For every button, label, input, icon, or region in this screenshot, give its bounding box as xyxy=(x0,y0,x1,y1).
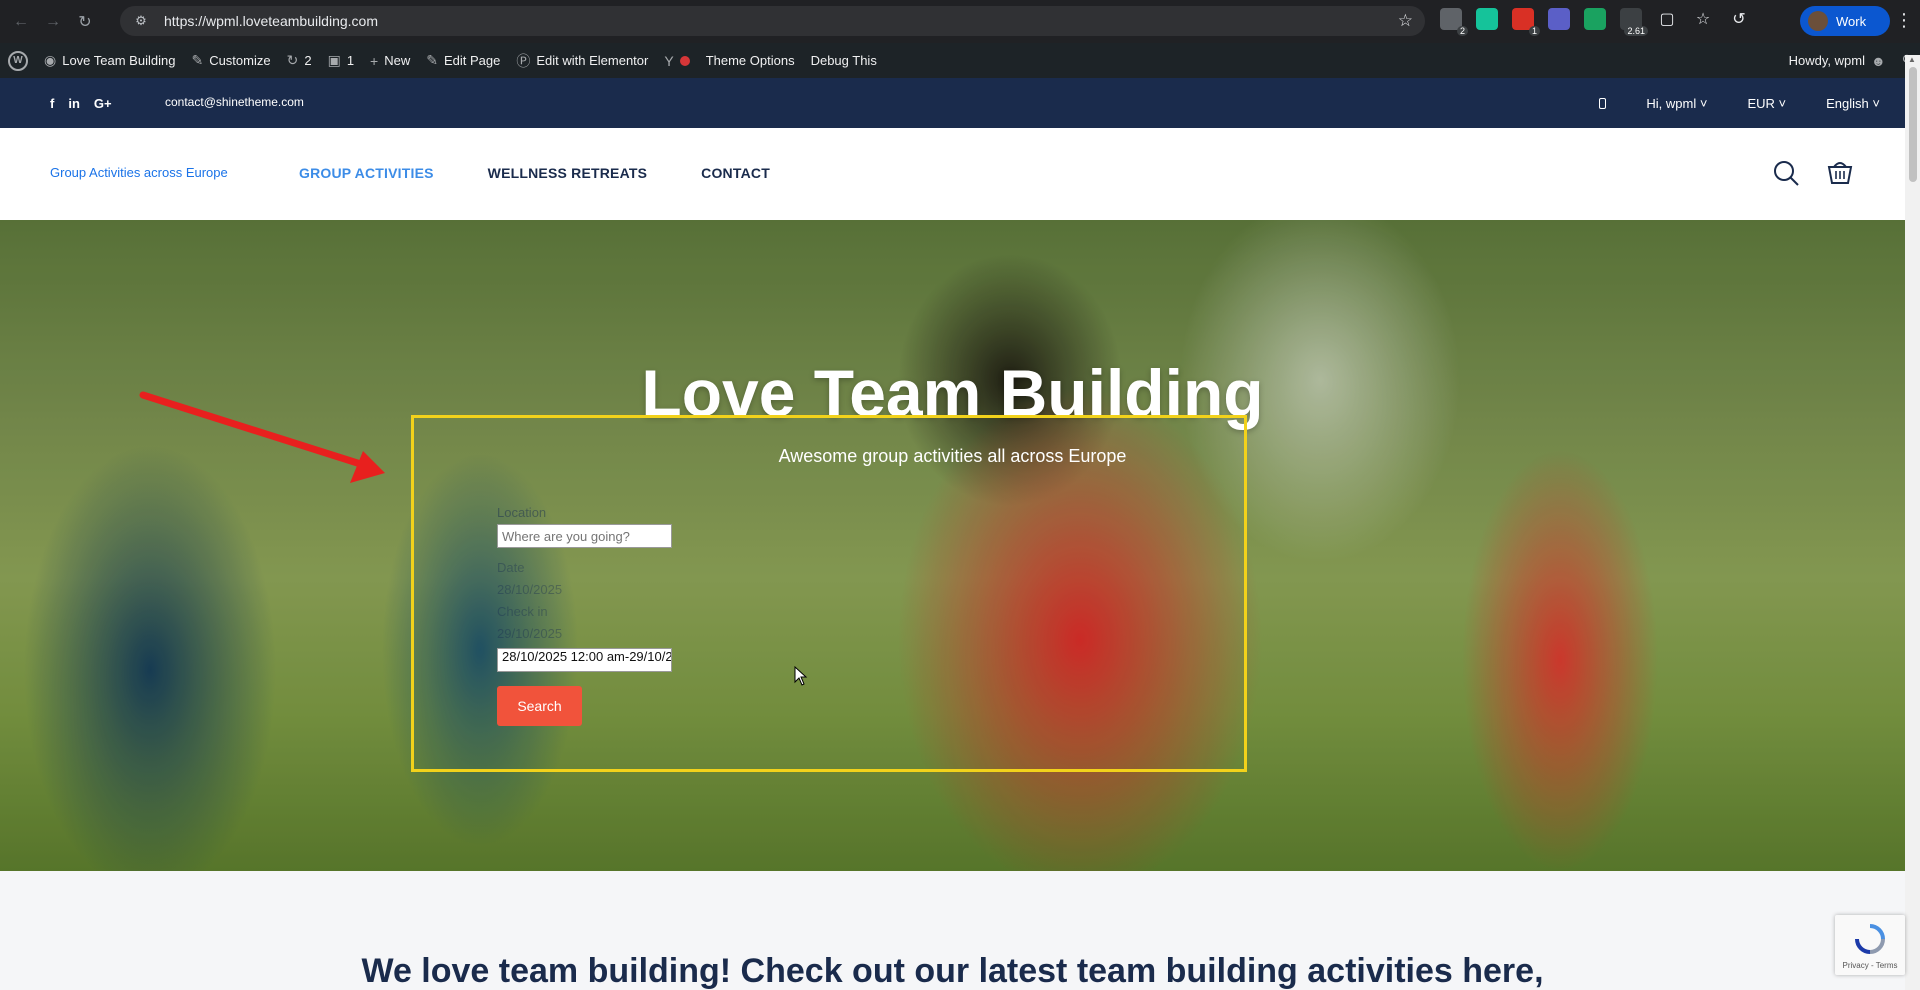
google-plus-icon[interactable]: G+ xyxy=(94,96,112,111)
browser-menu-icon[interactable]: ⋮ xyxy=(1895,10,1913,31)
admin-edit-page[interactable]: ✎ Edit Page xyxy=(418,43,508,78)
calendar-icon[interactable]: 1 xyxy=(1512,8,1540,36)
location-label: Location xyxy=(497,505,547,520)
browser-toolbar: ← → ↻ ⚙ https://wpml.loveteambuilding.co… xyxy=(0,0,1920,43)
tab-groups-icon[interactable]: 2 xyxy=(1440,8,1468,36)
recaptcha-icon xyxy=(1855,924,1885,954)
facebook-icon[interactable]: f xyxy=(50,96,54,111)
date-hint: 28/10/2025 xyxy=(497,582,563,597)
dashboard-icon: ◉ xyxy=(44,52,57,68)
annotation-arrow-icon xyxy=(139,391,385,483)
mobile-icon[interactable] xyxy=(1599,97,1607,109)
activity-search-form: Location Date 28/10/2025 Check in 29/10/… xyxy=(497,505,697,726)
recaptcha-links[interactable]: Privacy - Terms xyxy=(1835,961,1905,970)
grammarly-icon[interactable] xyxy=(1476,8,1498,30)
extension-badge: 2 xyxy=(1456,26,1468,36)
brush-icon: ✎ xyxy=(191,52,204,68)
admin-debug[interactable]: Debug This xyxy=(803,43,885,78)
seo-status-dot xyxy=(679,55,690,66)
language-dropdown[interactable]: English ˅ xyxy=(1826,96,1880,111)
location-input[interactable] xyxy=(497,524,672,548)
admin-bar-right: Howdy, wpml☻ ⚲ xyxy=(1781,43,1920,78)
back-arrow-icon[interactable]: ← xyxy=(10,11,32,33)
nav-item-wellness-retreats[interactable]: WELLNESS RETREATS xyxy=(488,165,647,181)
date-range-input[interactable]: 28/10/2025 12:00 am-29/10/2025 11:59 pm xyxy=(497,648,672,672)
plus-icon: + xyxy=(370,52,379,69)
reload-icon[interactable]: ↻ xyxy=(74,11,96,33)
extensions-row: 2 1 2.61 ▢ ☆ ↺ xyxy=(1440,8,1750,36)
account-dropdown[interactable]: Hi, wpml ˅ xyxy=(1646,96,1707,111)
profile-button[interactable]: Work xyxy=(1800,6,1890,36)
admin-theme-options[interactable]: Theme Options xyxy=(698,43,803,78)
history-icon[interactable]: ↺ xyxy=(1728,8,1750,30)
search-button[interactable]: Search xyxy=(497,686,582,726)
comment-icon: ▣ xyxy=(327,52,341,68)
recaptcha-badge[interactable]: Privacy - Terms xyxy=(1835,915,1905,975)
checkin-label: Check in xyxy=(497,604,548,619)
scroll-up-icon[interactable]: ▲ xyxy=(1908,55,1916,64)
extension-badge: 1 xyxy=(1528,26,1540,36)
admin-comments[interactable]: ▣ 1 xyxy=(320,43,362,78)
nav-item-contact[interactable]: CONTACT xyxy=(701,165,770,181)
date-label: Date xyxy=(497,560,525,575)
elementor-icon: Ⓟ xyxy=(516,52,531,69)
top-info-bar: f in G+ contact@shinetheme.com Hi, wpml … xyxy=(0,78,1905,128)
counter-icon[interactable]: 2.61 xyxy=(1620,8,1648,36)
site-logo[interactable]: Group Activities across Europe xyxy=(50,165,228,180)
admin-yoast[interactable]: Y xyxy=(656,43,697,78)
profile-label: Work xyxy=(1836,13,1867,29)
admin-customize[interactable]: ✎ Customize xyxy=(183,43,278,78)
bookmark-star-icon[interactable]: ☆ xyxy=(1398,11,1413,31)
admin-site-name[interactable]: ◉ Love Team Building xyxy=(36,43,183,78)
yoast-icon: Y xyxy=(664,52,674,69)
avatar xyxy=(1808,11,1828,31)
extensions-puzzle-icon[interactable]: ▢ xyxy=(1656,8,1678,30)
address-bar[interactable]: ⚙ https://wpml.loveteambuilding.com ☆ xyxy=(120,6,1425,36)
scroll-thumb[interactable] xyxy=(1909,67,1917,182)
contact-email[interactable]: contact@shinetheme.com xyxy=(165,95,304,109)
forward-arrow-icon[interactable]: → xyxy=(42,11,64,33)
updates-icon: ↻ xyxy=(286,52,299,68)
admin-edit-elementor[interactable]: Ⓟ Edit with Elementor xyxy=(508,43,656,78)
linkedin-icon[interactable]: in xyxy=(68,96,80,111)
section-title: We love team building! Check out our lat… xyxy=(361,952,1544,990)
admin-updates[interactable]: ↻ 2 xyxy=(279,43,320,78)
nav-item-group-activities[interactable]: GROUP ACTIVITIES xyxy=(299,165,434,181)
puzzle-app-icon[interactable] xyxy=(1548,8,1570,30)
wp-admin-bar: W ◉ Love Team Building ✎ Customize ↻ 2 ▣ 1 +… xyxy=(0,43,1920,78)
bookmarks-star-icon[interactable]: ☆ xyxy=(1692,8,1714,30)
edge-icon[interactable] xyxy=(1584,8,1606,30)
basket-icon[interactable] xyxy=(1826,157,1854,185)
user-icon: ☻ xyxy=(1871,52,1886,69)
admin-howdy[interactable]: Howdy, wpml ☻ xyxy=(1781,43,1894,78)
hero-banner: Love Team Building Awesome group activit… xyxy=(0,220,1905,871)
mouse-cursor-icon xyxy=(794,666,808,686)
pencil-icon: ✎ xyxy=(426,52,438,68)
site-settings-icon[interactable]: ⚙ xyxy=(132,12,150,30)
wordpress-logo-icon[interactable]: W xyxy=(8,50,28,71)
admin-new[interactable]: + New xyxy=(362,43,418,78)
info-bar-right: Hi, wpml ˅ EUR ˅ English ˅ xyxy=(1599,78,1880,128)
checkout-hint: 29/10/2025 xyxy=(497,626,563,641)
search-icon[interactable] xyxy=(1772,159,1800,187)
main-menu: GROUP ACTIVITIES WELLNESS RETREATS CONTACT xyxy=(299,165,770,181)
currency-dropdown[interactable]: EUR ˅ xyxy=(1747,96,1786,111)
page-scrollbar[interactable]: ▲ xyxy=(1905,55,1920,990)
extension-badge: 2.61 xyxy=(1624,26,1648,36)
url-text[interactable]: https://wpml.loveteambuilding.com xyxy=(164,13,378,29)
site-header: Group Activities across Europe GROUP ACT… xyxy=(0,128,1905,220)
